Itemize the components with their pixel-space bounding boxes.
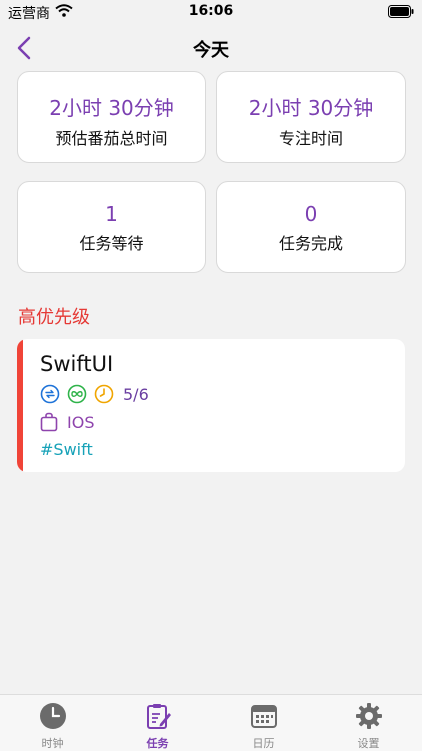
pomodoro-count: 5/6 (123, 385, 149, 404)
stat-card-waiting: 1 任务等待 (17, 181, 206, 273)
tab-tasks[interactable]: 任务 (105, 695, 210, 751)
tab-label: 设置 (357, 737, 380, 750)
stat-card-estimated: 2小时 30分钟 预估番茄总时间 (17, 71, 206, 163)
project-name: IOS (67, 413, 95, 432)
stat-label: 任务完成 (278, 234, 343, 253)
tab-bar: 时钟 任务 日历 设置 (0, 694, 422, 751)
gear-icon (354, 701, 384, 735)
tab-label: 时钟 (41, 737, 64, 750)
stat-value: 2小时 30分钟 (248, 96, 374, 120)
clock-icon (94, 384, 114, 404)
tab-label: 日历 (252, 737, 275, 750)
stat-label: 专注时间 (278, 129, 343, 148)
stat-label: 任务等待 (79, 234, 144, 253)
priority-indicator (17, 339, 23, 472)
status-bar: 运营商 16:06 (0, 0, 422, 24)
task-title: SwiftUI (40, 352, 114, 376)
repeat-icon (40, 384, 60, 404)
nav-bar: 今天 (0, 30, 422, 66)
stat-value: 1 (105, 202, 118, 226)
tab-clock[interactable]: 时钟 (0, 695, 105, 751)
tab-label: 任务 (146, 737, 169, 750)
clock-icon (38, 701, 68, 735)
task-tag[interactable]: #Swift (40, 440, 93, 459)
stat-card-focus: 2小时 30分钟 专注时间 (216, 71, 406, 163)
stat-value: 0 (304, 202, 318, 226)
bag-icon (40, 412, 58, 436)
stat-label: 预估番茄总时间 (55, 129, 168, 148)
section-title-high-priority: 高优先级 (18, 307, 90, 328)
stat-card-completed: 0 任务完成 (216, 181, 406, 273)
task-card[interactable]: SwiftUI 5/6 IOS #Swift (17, 339, 405, 472)
tab-settings[interactable]: 设置 (316, 695, 421, 751)
infinity-icon (67, 384, 87, 404)
battery-icon (388, 5, 414, 22)
task-edit-icon (143, 701, 173, 735)
tab-calendar[interactable]: 日历 (211, 695, 316, 751)
page-title: 今天 (193, 40, 229, 61)
stat-value: 2小时 30分钟 (49, 96, 174, 120)
calendar-icon (249, 701, 279, 735)
status-time: 16:06 (188, 3, 234, 19)
